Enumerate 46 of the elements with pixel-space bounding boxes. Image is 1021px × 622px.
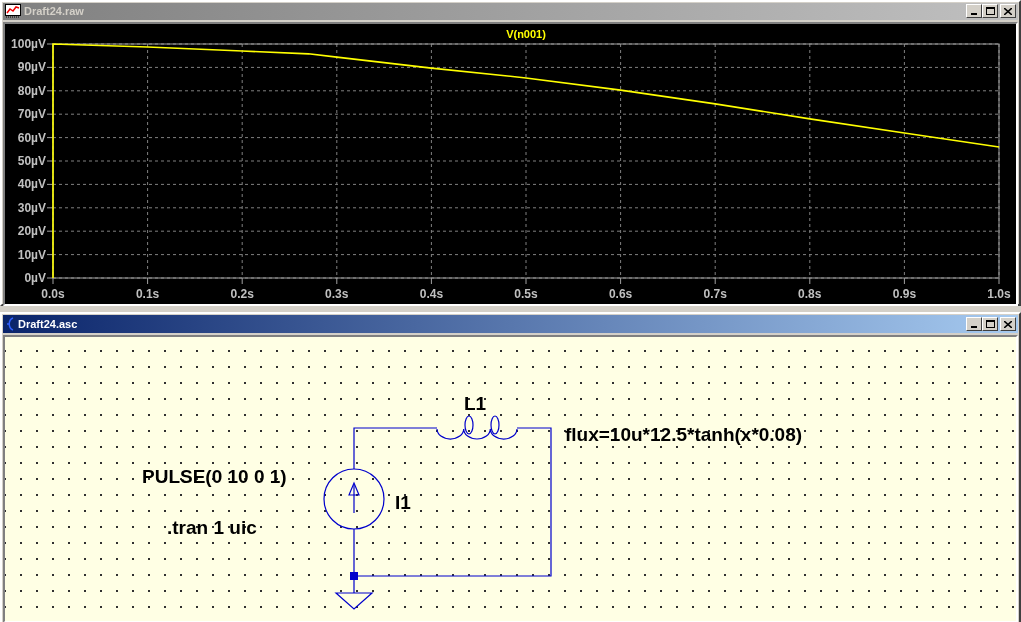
component-name: I1 xyxy=(395,492,411,513)
x-axis-label: 0.6s xyxy=(608,286,633,301)
x-axis-label: 0.1s xyxy=(135,286,160,301)
y-axis-label: 100µV xyxy=(11,36,46,51)
ground-symbol xyxy=(335,579,374,610)
x-axis-label: 0.7s xyxy=(703,286,727,301)
y-axis-label: 90µV xyxy=(17,59,46,74)
component-value: PULSE(0 10 0 1) xyxy=(142,466,287,487)
component-name: L1 xyxy=(464,393,487,414)
minimize-icon xyxy=(971,326,977,328)
minimize-button[interactable] xyxy=(966,317,982,331)
schematic-icon xyxy=(5,317,15,331)
y-axis-label: 10µV xyxy=(17,247,46,262)
current-source-symbol xyxy=(323,468,385,530)
maximize-button[interactable] xyxy=(982,317,998,331)
trace-label: V(n001) xyxy=(506,27,546,40)
y-axis-label: 70µV xyxy=(17,106,46,121)
x-axis-label: 1.0s xyxy=(987,286,1011,301)
minimize-icon xyxy=(971,13,977,16)
maximize-button[interactable] xyxy=(982,4,998,19)
y-axis-label: 50µV xyxy=(17,153,46,168)
y-axis-label: 40µV xyxy=(17,176,46,191)
waveform-icon xyxy=(5,4,21,19)
x-axis-label: 0.0s xyxy=(41,286,65,301)
y-axis-label: 80µV xyxy=(17,83,46,98)
maximize-icon xyxy=(985,7,995,16)
x-axis-label: 0.3s xyxy=(325,286,349,301)
maximize-icon xyxy=(985,320,995,328)
spice-directive: .tran 1 uic xyxy=(167,517,257,538)
component-value: flux=10u*12.5*tanh(x*0.08) xyxy=(565,424,803,445)
y-axis-label: 0µV xyxy=(24,270,46,285)
close-button[interactable] xyxy=(1000,4,1016,19)
window-title: Draft24.asc xyxy=(18,316,79,332)
close-icon xyxy=(1004,7,1012,15)
y-axis-label: 60µV xyxy=(17,130,46,145)
x-axis-label: 0.2s xyxy=(230,286,254,301)
x-axis-label: 0.5s xyxy=(514,286,538,301)
minimize-button[interactable] xyxy=(966,4,982,19)
close-button[interactable] xyxy=(1000,317,1016,331)
close-icon xyxy=(1004,320,1012,328)
x-axis-label: 0.9s xyxy=(892,286,917,301)
x-axis-label: 0.8s xyxy=(798,286,822,301)
x-axis-label: 0.4s xyxy=(419,286,444,301)
y-axis-label: 20µV xyxy=(17,223,46,238)
window-title: Draft24.raw xyxy=(24,4,85,19)
y-axis-label: 30µV xyxy=(17,200,46,215)
